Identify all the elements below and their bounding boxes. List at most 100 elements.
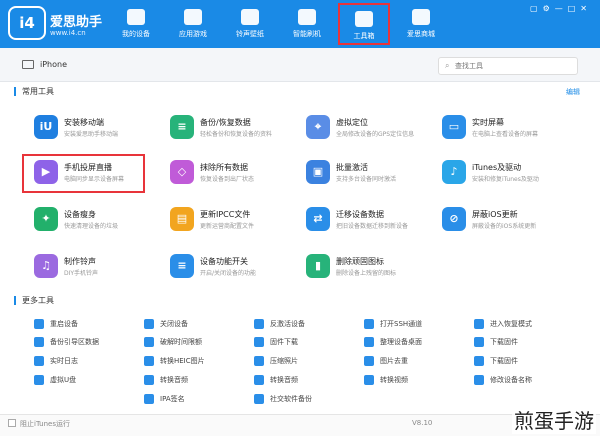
tool-item[interactable]: ♪ iTunes及驱动 安装和修复iTunes及驱动: [442, 158, 572, 192]
app-name: 爱思助手: [50, 15, 103, 30]
tool-icon: ⊘: [442, 207, 466, 231]
tool-item[interactable]: ✦ 设备瘦身 快速清理设备的垃圾: [34, 205, 164, 239]
tool-desc: 恢复设备到出厂状态: [200, 176, 255, 183]
more-tool-item[interactable]: 转换HEIC图片: [144, 355, 254, 369]
more-tool-label: 下载固件: [490, 357, 518, 365]
nav-ringtones[interactable]: 铃声壁纸: [224, 3, 276, 45]
more-tool-item[interactable]: 反激活设备: [254, 318, 364, 332]
nav-apps-games[interactable]: 应用游戏: [167, 3, 219, 45]
more-tool-item[interactable]: 压缩照片: [254, 355, 364, 369]
more-tool-label: 压缩照片: [270, 357, 298, 365]
more-tool-label: 整理设备桌面: [380, 338, 422, 346]
block-itunes-label: 阻止iTunes运行: [20, 420, 70, 428]
maximize-button[interactable]: □: [568, 4, 581, 13]
tool-item[interactable]: ♫ 制作铃声 DIY手机铃声: [34, 252, 164, 286]
more-tool-item[interactable]: 修改设备名称: [474, 374, 584, 388]
tool-desc: 在电脑上查看设备的屏幕: [472, 131, 539, 138]
more-tool-item[interactable]: 打开SSH通道: [364, 318, 474, 332]
more-tool-item[interactable]: 关闭设备: [144, 318, 254, 332]
more-tool-item[interactable]: 备份引导区数据: [34, 336, 144, 350]
tool-item[interactable]: ▣ 批量激活支持多台设备同时激活: [306, 158, 436, 192]
app-store-icon: [184, 9, 202, 25]
tool-icon: ▤: [170, 207, 194, 231]
search-box[interactable]: ⌕: [438, 57, 578, 75]
more-tool-item[interactable]: 破解时间限额: [144, 336, 254, 350]
tool-icon: [474, 319, 484, 329]
more-tool-item[interactable]: 下载固件: [474, 336, 584, 350]
more-tool-label: 进入恢复模式: [490, 320, 532, 328]
tool-desc: 轻松备份和恢复设备的资料: [200, 131, 273, 138]
tool-item[interactable]: ⇄ 迁移设备数据 把旧设备数据迁移到新设备: [306, 205, 436, 239]
tool-icon: [34, 375, 44, 385]
block-itunes-checkbox[interactable]: [8, 419, 16, 427]
tool-icon: [474, 375, 484, 385]
watermark: 煎蛋手游: [512, 405, 596, 434]
tool-icon: ▭: [442, 115, 466, 139]
more-tool-item[interactable]: 整理设备桌面: [364, 336, 474, 350]
more-tool-item[interactable]: 社交软件备份: [254, 393, 364, 407]
more-tool-label: 备份引导区数据: [50, 338, 99, 346]
device-name[interactable]: iPhone: [40, 60, 67, 69]
tool-desc: 安装和修复iTunes及驱动: [472, 176, 539, 183]
tool-desc: 支持多台设备同时激活: [336, 176, 397, 183]
more-tool-label: 关闭设备: [160, 320, 188, 328]
tool-icon: ♪: [442, 160, 466, 184]
tool-item[interactable]: ⌖ 虚拟定位 全局修改设备的GPS定位信息: [306, 113, 436, 147]
minimize-icon[interactable]: ▢: [530, 4, 543, 13]
tool-name: 设备功能开关: [200, 257, 248, 266]
more-tool-item[interactable]: 实时日志: [34, 355, 144, 369]
more-tool-item[interactable]: 下载固件: [474, 355, 584, 369]
app-url: www.i4.cn: [50, 29, 86, 37]
more-tool-item[interactable]: 虚拟U盘: [34, 374, 144, 388]
more-tool-label: 转换音频: [160, 376, 188, 384]
nav-my-device[interactable]: 我的设备: [110, 3, 162, 45]
more-tool-item[interactable]: 转换音频: [144, 374, 254, 388]
more-tool-item[interactable]: 转换视频: [364, 374, 474, 388]
nav-toolbox[interactable]: 工具箱: [338, 3, 390, 45]
tool-icon: ✦: [34, 207, 58, 231]
tool-item[interactable]: ▭ 实时屏幕 在电脑上查看设备的屏幕: [442, 113, 572, 147]
tool-icon: [144, 319, 154, 329]
more-tool-label: 修改设备名称: [490, 376, 532, 384]
tool-icon: [144, 356, 154, 366]
tool-icon: ◇: [170, 160, 194, 184]
tool-icon: ▣: [306, 160, 330, 184]
tool-icon: ⇄: [306, 207, 330, 231]
edit-link[interactable]: 编辑: [566, 87, 580, 97]
app-logo: i4: [8, 6, 46, 40]
nav-flash[interactable]: 智能刷机: [281, 3, 333, 45]
tool-item[interactable]: ≡ 备份/恢复数据 轻松备份和恢复设备的资料: [170, 113, 300, 147]
more-tool-item[interactable]: 重启设备: [34, 318, 144, 332]
more-tool-label: 实时日志: [50, 357, 78, 365]
tool-name: 迁移设备数据: [336, 210, 384, 219]
tool-item[interactable]: ▤ 更新IPCC文件 更新运营商配置文件: [170, 205, 300, 239]
more-tool-item[interactable]: IPA签名: [144, 393, 254, 407]
more-tool-item[interactable]: 固件下载: [254, 336, 364, 350]
more-tool-label: 打开SSH通道: [380, 320, 423, 328]
tool-item[interactable]: ◇ 抹除所有数据 恢复设备到出厂状态: [170, 158, 300, 192]
settings-icon[interactable]: ⚙: [543, 4, 555, 13]
tool-icon: [364, 319, 374, 329]
tool-icon: [364, 337, 374, 347]
tool-item[interactable]: ≡ 设备功能开关 开启/关闭设备的功能: [170, 252, 300, 286]
tool-icon: iU: [34, 115, 58, 139]
tool-name: 安装移动端: [64, 118, 104, 127]
tool-item[interactable]: ⊘ 屏蔽iOS更新 屏蔽设备的iOS系统更新: [442, 205, 572, 239]
tool-item[interactable]: ▮ 删除顽固图标 删除设备上残留的图标: [306, 252, 436, 286]
tool-icon: [144, 394, 154, 404]
tool-name: 批量激活: [336, 163, 368, 172]
more-tool-item[interactable]: 转换音频: [254, 374, 364, 388]
tool-icon: [34, 319, 44, 329]
more-tool-item[interactable]: 图片去重: [364, 355, 474, 369]
tool-item[interactable]: iU 安装移动端 安装爱思助手移动端: [34, 113, 164, 147]
minimize-button[interactable]: —: [555, 4, 568, 13]
more-tool-label: 下载固件: [490, 338, 518, 346]
nav-shop[interactable]: 爱思商城: [395, 3, 447, 45]
tool-name: 制作铃声: [64, 257, 96, 266]
tool-name: 虚拟定位: [336, 118, 368, 127]
close-button[interactable]: ✕: [580, 4, 592, 13]
more-tool-item[interactable]: 进入恢复模式: [474, 318, 584, 332]
section-more-tools: 更多工具: [14, 296, 54, 305]
search-input[interactable]: [455, 60, 573, 72]
tool-desc: 屏蔽设备的iOS系统更新: [472, 223, 537, 230]
